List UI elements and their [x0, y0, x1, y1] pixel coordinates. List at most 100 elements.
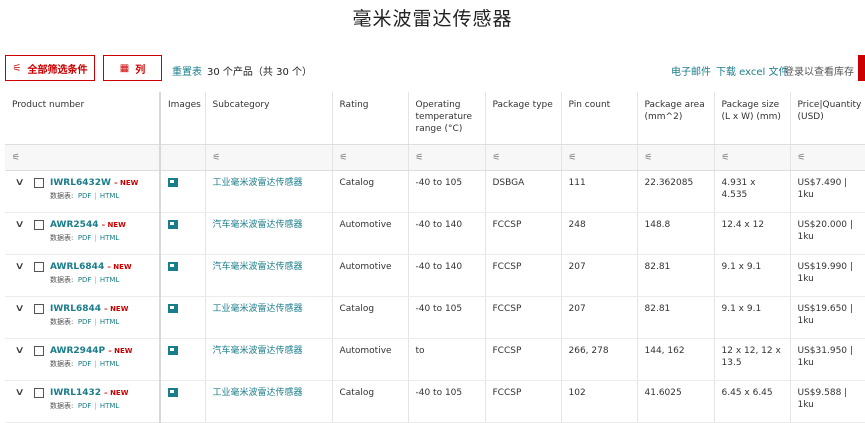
subcategory-link[interactable]: 工业毫米波雷达传感器 [213, 388, 303, 398]
chevron-down-icon[interactable]: ∨ [15, 219, 25, 231]
pdf-link[interactable]: PDF [78, 402, 92, 410]
sliders-icon[interactable]: ⚟ [340, 153, 348, 163]
rating-cell: Catalog [332, 380, 409, 423]
datasheet-label: 数据表: [50, 318, 74, 326]
login-stock-text[interactable]: 登录以查看库存 [784, 63, 854, 78]
pdf-link[interactable]: PDF [78, 192, 92, 200]
temperature-cell: -40 to 105 [408, 380, 486, 423]
red-action-button[interactable] [858, 55, 865, 81]
subcategory-link[interactable]: 工业毫米波雷达传感器 [213, 304, 303, 314]
image-icon[interactable] [168, 219, 178, 229]
image-icon[interactable] [168, 345, 178, 355]
table-row: ∨ IWRL6432W – NEW 数据表: PDF | HTML 工业毫米波雷达传… [5, 170, 865, 213]
product-number-link[interactable]: IWRL6844 – NEW [50, 303, 128, 315]
pin-count-cell: 102 [561, 380, 638, 423]
html-link[interactable]: HTML [100, 318, 119, 326]
product-number-link[interactable]: AWR2544 – NEW [50, 219, 126, 231]
header-pin-count[interactable]: Pin count [561, 92, 638, 145]
html-link[interactable]: HTML [100, 192, 119, 200]
filter-cell[interactable]: ⚟ [561, 144, 638, 171]
header-images[interactable]: Images [160, 92, 206, 145]
download-excel-link[interactable]: 下载 excel 文件 [716, 63, 789, 78]
package-area-cell: 148.8 [637, 212, 715, 255]
chevron-down-icon[interactable]: ∨ [15, 177, 25, 189]
product-number-link[interactable]: IWRL6432W – NEW [50, 177, 138, 189]
header-row: Product number Images Subcategory Rating… [5, 92, 865, 145]
chevron-down-icon[interactable]: ∨ [15, 261, 25, 273]
price-cell: US$19.990 | 1ku [790, 254, 865, 297]
row-checkbox[interactable] [34, 304, 44, 314]
chevron-down-icon[interactable]: ∨ [15, 387, 25, 399]
separator: | [94, 192, 97, 200]
pdf-link[interactable]: PDF [78, 234, 92, 242]
images-cell [160, 296, 206, 339]
header-package-area[interactable]: Package area (mm^2) [637, 92, 715, 145]
image-icon[interactable] [168, 177, 178, 187]
separator: | [94, 318, 97, 326]
html-link[interactable]: HTML [100, 360, 119, 368]
rating-cell: Automotive [332, 254, 409, 297]
row-checkbox[interactable] [34, 346, 44, 356]
product-number-link[interactable]: IWRL1432 – NEW [50, 387, 128, 399]
sliders-icon[interactable]: ⚟ [416, 153, 424, 163]
product-number-link[interactable]: AWR2944P – NEW [50, 345, 133, 357]
html-link[interactable]: HTML [100, 402, 119, 410]
all-filters-button[interactable]: ⚟ 全部筛选条件 [5, 55, 95, 81]
header-rating[interactable]: Rating [332, 92, 409, 145]
filter-cell[interactable]: ⚟ [790, 144, 865, 171]
email-link[interactable]: 电子邮件 [671, 63, 711, 78]
new-badge: – NEW [114, 179, 139, 187]
pdf-link[interactable]: PDF [78, 318, 92, 326]
header-package-type[interactable]: Package type [485, 92, 562, 145]
new-badge: – NEW [108, 347, 133, 355]
filter-cell[interactable]: ⚟ [5, 144, 161, 171]
header-temperature[interactable]: Operating temperature range (°C) [408, 92, 486, 145]
html-link[interactable]: HTML [100, 276, 119, 284]
row-checkbox[interactable] [34, 388, 44, 398]
header-subcategory[interactable]: Subcategory [205, 92, 333, 145]
filter-cell[interactable]: ⚟ [332, 144, 409, 171]
sliders-icon[interactable]: ⚟ [722, 153, 730, 163]
sliders-icon[interactable]: ⚟ [569, 153, 577, 163]
pdf-link[interactable]: PDF [78, 360, 92, 368]
html-link[interactable]: HTML [100, 234, 119, 242]
filter-cell[interactable]: ⚟ [205, 144, 333, 171]
sliders-icon[interactable]: ⚟ [493, 153, 501, 163]
pdf-link[interactable]: PDF [78, 276, 92, 284]
header-price[interactable]: Price|Quantity (USD) [790, 92, 865, 145]
subcategory-cell: 汽车毫米波雷达传感器 [205, 212, 333, 255]
image-icon[interactable] [168, 261, 178, 271]
sliders-icon[interactable]: ⚟ [645, 153, 653, 163]
sliders-icon[interactable]: ⚟ [12, 153, 20, 163]
package-type-cell: FCCSP [485, 338, 562, 381]
subcategory-link[interactable]: 汽车毫米波雷达传感器 [213, 220, 303, 230]
filter-cell[interactable]: ⚟ [637, 144, 715, 171]
image-icon[interactable] [168, 387, 178, 397]
product-number: AWR2544 [50, 220, 99, 230]
subcategory-link[interactable]: 汽车毫米波雷达传感器 [213, 262, 303, 272]
chevron-down-icon[interactable]: ∨ [15, 303, 25, 315]
images-cell [160, 380, 206, 423]
image-icon[interactable] [168, 303, 178, 313]
header-product-number[interactable]: Product number [5, 92, 161, 145]
filter-cell[interactable]: ⚟ [485, 144, 562, 171]
row-checkbox[interactable] [34, 262, 44, 272]
datasheet-label: 数据表: [50, 402, 74, 410]
columns-button[interactable]: ▦ 列 [103, 55, 162, 81]
header-package-size[interactable]: Package size (L x W) (mm) [714, 92, 791, 145]
chevron-down-icon[interactable]: ∨ [15, 345, 25, 357]
filter-cell[interactable]: ⚟ [408, 144, 486, 171]
new-badge: – NEW [104, 305, 129, 313]
package-size-cell: 12 x 12, 12 x 13.5 [714, 338, 791, 381]
result-count: 30 个产品（共 30 个） [207, 67, 312, 78]
reset-table-link[interactable]: 重置表 [172, 63, 202, 78]
sliders-icon[interactable]: ⚟ [798, 153, 806, 163]
row-checkbox[interactable] [34, 178, 44, 188]
subcategory-link[interactable]: 汽车毫米波雷达传感器 [213, 346, 303, 356]
product-number-link[interactable]: AWRL6844 – NEW [50, 261, 132, 273]
row-checkbox[interactable] [34, 220, 44, 230]
sliders-icon[interactable]: ⚟ [213, 153, 221, 163]
subcategory-link[interactable]: 工业毫米波雷达传感器 [213, 178, 303, 188]
filter-cell[interactable]: ⚟ [714, 144, 791, 171]
table-row: ∨ AWRL6844 – NEW 数据表: PDF | HTML 汽车毫米波雷达传感… [5, 254, 865, 297]
